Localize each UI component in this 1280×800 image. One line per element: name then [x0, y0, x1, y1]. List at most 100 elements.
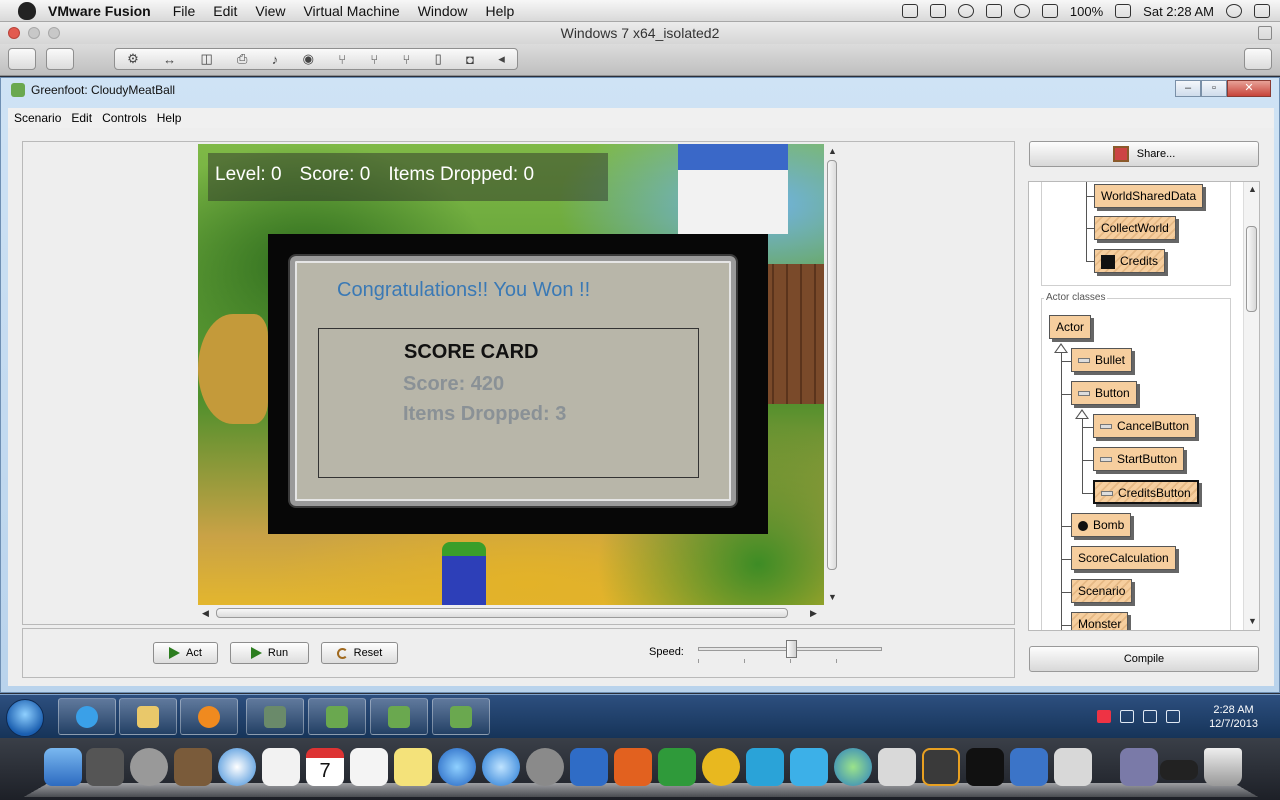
unity-view-button[interactable] [1244, 48, 1272, 70]
windows-start-icon[interactable] [6, 699, 44, 737]
menu-controls[interactable]: Controls [96, 111, 151, 125]
network-globe-icon[interactable] [834, 748, 872, 786]
toolbar-arrow-icon[interactable]: ◂ [498, 51, 505, 67]
class-startbutton[interactable]: StartButton [1093, 447, 1185, 471]
class-credits[interactable]: Credits [1094, 249, 1166, 273]
messenger-icon[interactable] [790, 748, 828, 786]
share-button[interactable]: Share... [1029, 141, 1259, 167]
spotlight-search-icon[interactable] [1226, 4, 1242, 18]
compile-button[interactable]: Compile [1029, 646, 1259, 672]
launchpad-icon[interactable] [130, 748, 168, 786]
taskbar-explorer[interactable] [119, 698, 177, 735]
network-icon[interactable]: ↔ [163, 52, 176, 67]
close-window-button[interactable] [8, 27, 20, 39]
trash-icon[interactable]: ▯ [435, 51, 442, 67]
taskbar-ie[interactable] [58, 698, 116, 735]
world-vertical-scrollbar[interactable]: ▲ ▼ [824, 144, 840, 605]
usb-icon-1[interactable]: ⑂ [338, 52, 346, 67]
speed-slider-knob[interactable] [786, 640, 797, 658]
menu-file[interactable]: File [173, 3, 196, 19]
app-menu-vmware[interactable]: VMware Fusion [48, 3, 151, 19]
menu-window[interactable]: Window [418, 3, 468, 19]
taskbar-greenfoot-3[interactable] [432, 698, 490, 735]
scroll-left-icon[interactable]: ◀ [202, 608, 209, 619]
reset-button[interactable]: Reset [321, 642, 398, 664]
calendar-icon[interactable]: 7 [306, 748, 344, 786]
terminal-icon[interactable] [966, 748, 1004, 786]
apple-menu-icon[interactable] [18, 1, 36, 20]
zoom-window-button[interactable] [48, 27, 60, 39]
menu-view[interactable]: View [255, 3, 285, 19]
sublime-icon[interactable] [922, 748, 960, 786]
itunes-icon[interactable] [438, 748, 476, 786]
camera-icon[interactable]: ◉ [303, 51, 314, 67]
facetime-icon[interactable] [86, 748, 124, 786]
reminders-icon[interactable] [350, 748, 388, 786]
system-preferences-icon[interactable] [526, 748, 564, 786]
excel-icon[interactable] [658, 748, 696, 786]
trash-icon[interactable] [1204, 748, 1242, 786]
show-hidden-icons-icon[interactable] [1080, 710, 1088, 723]
settings-wrench-icon[interactable]: ⚙ [127, 51, 139, 67]
network-tray-icon[interactable] [1143, 710, 1157, 723]
satellite-icon[interactable] [878, 748, 916, 786]
class-collectworld[interactable]: CollectWorld [1094, 216, 1176, 240]
class-monster[interactable]: Monster [1071, 612, 1129, 630]
documents-stack-icon[interactable] [1120, 748, 1158, 786]
world-horizontal-scroll-thumb[interactable] [216, 608, 788, 618]
close-button[interactable]: ✕ [1227, 80, 1271, 97]
menu-help-gf[interactable]: Help [151, 111, 186, 125]
mail-icon[interactable] [174, 748, 212, 786]
scroll-right-icon[interactable]: ▶ [810, 608, 817, 619]
class-bomb[interactable]: Bomb [1071, 513, 1132, 537]
taskbar-greenfoot-2[interactable] [370, 698, 428, 735]
preview-icon[interactable] [1054, 748, 1092, 786]
notification-center-icon[interactable] [1254, 4, 1270, 18]
outlook-icon[interactable] [702, 748, 740, 786]
usb-icon-3[interactable]: ⑂ [402, 52, 410, 67]
battery-icon[interactable] [1115, 4, 1132, 18]
word-icon[interactable] [570, 748, 608, 786]
photos-grid-icon[interactable] [262, 748, 300, 786]
finder-icon[interactable] [44, 748, 82, 786]
action-center-flag-icon[interactable] [1097, 710, 1111, 723]
wifi-icon[interactable] [1013, 4, 1030, 18]
time-machine-icon[interactable] [957, 4, 974, 18]
menu-edit-gf[interactable]: Edit [65, 111, 96, 125]
class-browser-scroll-thumb[interactable] [1246, 226, 1257, 312]
taskbar-greenfoot-1[interactable] [308, 698, 366, 735]
volume-tray-icon[interactable] [1166, 710, 1180, 723]
world-horizontal-scrollbar[interactable]: ◀ ▶ [198, 605, 824, 621]
class-scorecalculation[interactable]: ScoreCalculation [1071, 546, 1176, 570]
class-worldshareddata[interactable]: WorldSharedData [1094, 184, 1204, 208]
run-button[interactable]: Run [230, 642, 309, 664]
class-browser-scrollbar[interactable]: ▲ ▼ [1243, 182, 1259, 630]
class-cancelbutton[interactable]: CancelButton [1093, 414, 1197, 438]
class-actor[interactable]: Actor [1049, 315, 1092, 339]
taskbar-remote[interactable] [246, 698, 304, 735]
status-b-icon[interactable] [901, 4, 918, 18]
hard-disk-icon[interactable]: ◫ [200, 51, 212, 67]
powerpoint-icon[interactable] [614, 748, 652, 786]
scroll-down-icon[interactable]: ▼ [828, 592, 837, 602]
usb-icon-2[interactable]: ⑂ [370, 52, 378, 67]
class-button[interactable]: Button [1071, 381, 1137, 405]
suspend-vm-button[interactable] [8, 48, 36, 70]
printer-icon[interactable]: ⎙ [237, 51, 247, 67]
menu-edit[interactable]: Edit [213, 3, 237, 19]
bluetooth-icon[interactable] [985, 4, 1002, 18]
menubar-clock[interactable]: Sat 2:28 AM [1143, 4, 1214, 19]
taskbar-media-player[interactable] [180, 698, 238, 735]
minimize-window-button[interactable] [28, 27, 40, 39]
communicator-icon[interactable] [746, 748, 784, 786]
menu-scenario[interactable]: Scenario [8, 111, 65, 125]
stickies-icon[interactable] [394, 748, 432, 786]
taskbar-clock[interactable]: 2:28 AM 12/7/2013 [1209, 703, 1258, 731]
speed-slider[interactable] [698, 640, 882, 658]
class-bullet[interactable]: Bullet [1071, 348, 1133, 372]
vmware-fusion-icon[interactable] [1010, 748, 1048, 786]
world-vertical-scroll-thumb[interactable] [827, 160, 837, 570]
battery-percentage[interactable]: 100% [1070, 4, 1103, 19]
app-store-icon[interactable] [482, 748, 520, 786]
sharing-icon[interactable]: ◘ [466, 52, 474, 67]
